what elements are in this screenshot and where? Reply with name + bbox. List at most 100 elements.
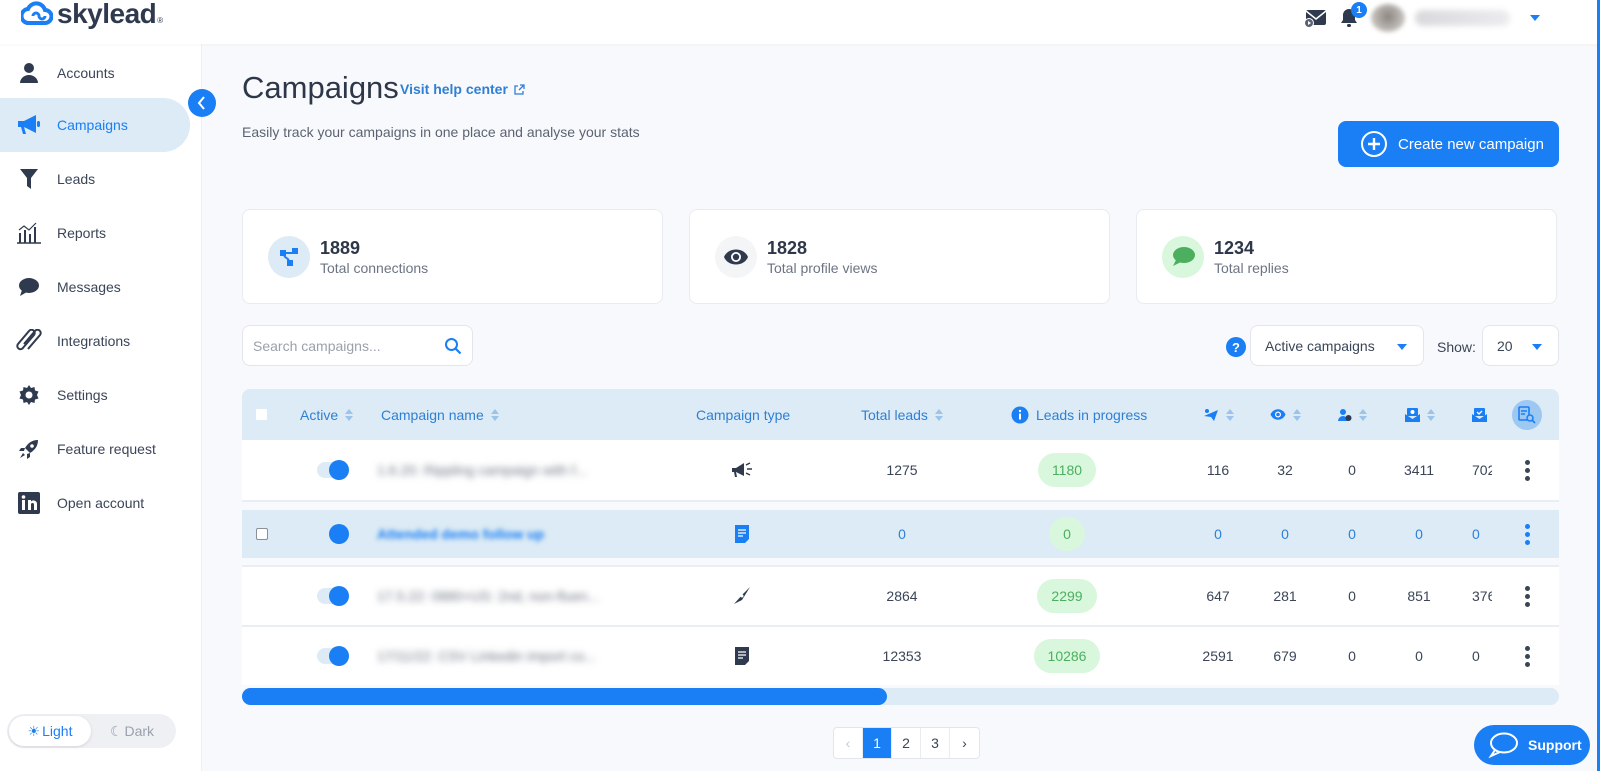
- email-sent-icon: [1405, 408, 1420, 422]
- stat-value: 1889: [320, 237, 361, 258]
- campaign-name-link[interactable]: 17/11/22: CSV Linkedin import co...: [377, 627, 596, 685]
- campaign-name-link[interactable]: 17.5.22: 0880+US: 2nd, non-fluen...: [377, 567, 599, 625]
- column-emails-sent[interactable]: [1405, 389, 1435, 440]
- table-row[interactable]: Attended demo follow up 0 0 0 0 0 0 0: [242, 510, 1559, 558]
- leads-in-progress-pill: 10286: [1033, 639, 1101, 673]
- logo[interactable]: skylead ®: [21, 0, 163, 28]
- help-question-icon[interactable]: ?: [1226, 337, 1246, 357]
- campaign-type-csv-dark-icon: [735, 647, 749, 665]
- row-menu-button[interactable]: [1524, 459, 1530, 481]
- chat-bubble-icon: [16, 274, 42, 300]
- emails-sent-value: 3411: [1403, 462, 1435, 478]
- chevron-down-icon: [1532, 344, 1542, 350]
- sidebar-item-integrations[interactable]: Integrations: [0, 314, 190, 368]
- table-row[interactable]: 17.5.22: 0880+US: 2nd, non-fluen... 2864…: [242, 565, 1559, 627]
- column-label: Leads in progress: [1036, 406, 1148, 423]
- row-menu-button[interactable]: [1524, 645, 1530, 667]
- create-campaign-label: Create new campaign: [1398, 135, 1544, 153]
- sidebar-item-feature-request[interactable]: Feature request: [0, 422, 190, 476]
- info-icon[interactable]: [1011, 406, 1029, 424]
- support-label: Support: [1528, 737, 1582, 753]
- table-row[interactable]: 1.6.20: Rippling campaign with f... 1275…: [242, 440, 1559, 502]
- connections-accepted-icon: [1338, 408, 1352, 421]
- avatar[interactable]: [1371, 4, 1405, 32]
- row-checkbox[interactable]: [256, 528, 268, 540]
- sun-icon: ☀: [27, 722, 41, 739]
- sidebar-item-reports[interactable]: Reports: [0, 206, 190, 260]
- column-picker-button[interactable]: [1512, 399, 1542, 430]
- sort-icon: [1427, 408, 1435, 421]
- page-size-select[interactable]: 20: [1482, 325, 1559, 366]
- sidebar-item-settings[interactable]: Settings: [0, 368, 190, 422]
- user-name-blurred[interactable]: [1415, 10, 1510, 26]
- sidebar-item-label: Accounts: [57, 65, 115, 81]
- column-leads-in-progress: Leads in progress: [1011, 389, 1147, 440]
- theme-dark-label: Dark: [124, 723, 155, 739]
- funnel-icon: [16, 166, 42, 192]
- sidebar-item-accounts[interactable]: Accounts: [0, 46, 190, 100]
- row-menu-button[interactable]: [1524, 585, 1530, 607]
- emails-sent-value: 0: [1415, 648, 1423, 664]
- search-icon[interactable]: [444, 337, 462, 355]
- next-page-button[interactable]: ›: [950, 728, 979, 758]
- profile-views-value: 281: [1273, 588, 1297, 604]
- column-profile-views[interactable]: [1270, 389, 1301, 440]
- column-search-icon: [1518, 405, 1536, 424]
- theme-light-button[interactable]: ☀ Light: [9, 716, 91, 746]
- column-total-leads[interactable]: Total leads: [861, 389, 943, 440]
- column-active[interactable]: Active: [300, 389, 354, 440]
- page-button[interactable]: 1: [863, 728, 892, 758]
- column-connections-sent[interactable]: [1203, 389, 1234, 440]
- gear-icon: [16, 382, 42, 408]
- logo-text: skylead: [57, 0, 157, 29]
- select-all-checkbox[interactable]: [256, 409, 267, 420]
- help-center-link[interactable]: Visit help center: [400, 81, 525, 97]
- row-menu-button[interactable]: [1524, 523, 1530, 545]
- sidebar-item-label: Campaigns: [57, 117, 128, 133]
- active-toggle[interactable]: [317, 524, 349, 544]
- support-button[interactable]: Support: [1474, 725, 1590, 765]
- page-size-value: 20: [1497, 337, 1513, 354]
- sidebar-item-open-account[interactable]: Open account: [0, 476, 190, 530]
- campaign-type-compass-icon: [734, 587, 750, 604]
- table-row[interactable]: 17/11/22: CSV Linkedin import co... 1235…: [242, 627, 1559, 685]
- user-menu-caret-icon[interactable]: [1530, 15, 1540, 21]
- emails-opened-value: 376: [1472, 588, 1492, 604]
- campaign-name-link[interactable]: Attended demo follow up: [377, 510, 544, 558]
- search-box: [242, 325, 473, 366]
- table-header: Active Campaign name Campaign type Total…: [242, 389, 1559, 440]
- campaign-status-select[interactable]: Active campaigns: [1250, 325, 1424, 366]
- create-campaign-button[interactable]: Create new campaign: [1338, 121, 1559, 167]
- column-campaign-type: Campaign type: [696, 389, 790, 440]
- profile-views-value: 679: [1273, 648, 1297, 664]
- messages-button[interactable]: [1303, 6, 1327, 30]
- connections-accepted-value: 0: [1348, 462, 1356, 478]
- column-label: Total leads: [861, 406, 928, 423]
- connections-accepted-value: 0: [1348, 648, 1356, 664]
- scrollbar-thumb[interactable]: [242, 688, 888, 705]
- horizontal-scrollbar[interactable]: [242, 688, 1559, 705]
- stat-label: Total profile views: [767, 259, 878, 276]
- page-subtitle: Easily track your campaigns in one place…: [242, 124, 640, 140]
- sidebar-item-campaigns[interactable]: Campaigns: [0, 98, 190, 152]
- notifications-button[interactable]: 1: [1337, 2, 1367, 30]
- stat-card-profile-views: 1828 Total profile views: [689, 209, 1110, 304]
- sidebar-item-messages[interactable]: Messages: [0, 260, 190, 314]
- active-toggle[interactable]: [317, 460, 349, 480]
- page-button[interactable]: 3: [921, 728, 950, 758]
- active-toggle[interactable]: [317, 586, 349, 606]
- campaign-name-link[interactable]: 1.6.20: Rippling campaign with f...: [377, 440, 587, 500]
- cloud-logo-icon: [21, 1, 53, 25]
- active-toggle[interactable]: [317, 646, 349, 666]
- collapse-sidebar-button[interactable]: [188, 89, 216, 117]
- page-button[interactable]: 2: [892, 728, 921, 758]
- column-campaign-name[interactable]: Campaign name: [381, 389, 499, 440]
- profile-views-value: 32: [1277, 462, 1293, 478]
- sort-icon: [1359, 408, 1367, 421]
- prev-page-button[interactable]: ‹: [834, 728, 863, 758]
- column-connections-accepted[interactable]: [1338, 389, 1367, 440]
- notification-badge: 1: [1351, 2, 1367, 18]
- theme-dark-button[interactable]: ☾ Dark: [91, 716, 173, 746]
- sidebar-item-leads[interactable]: Leads: [0, 152, 190, 206]
- search-input[interactable]: [253, 337, 433, 354]
